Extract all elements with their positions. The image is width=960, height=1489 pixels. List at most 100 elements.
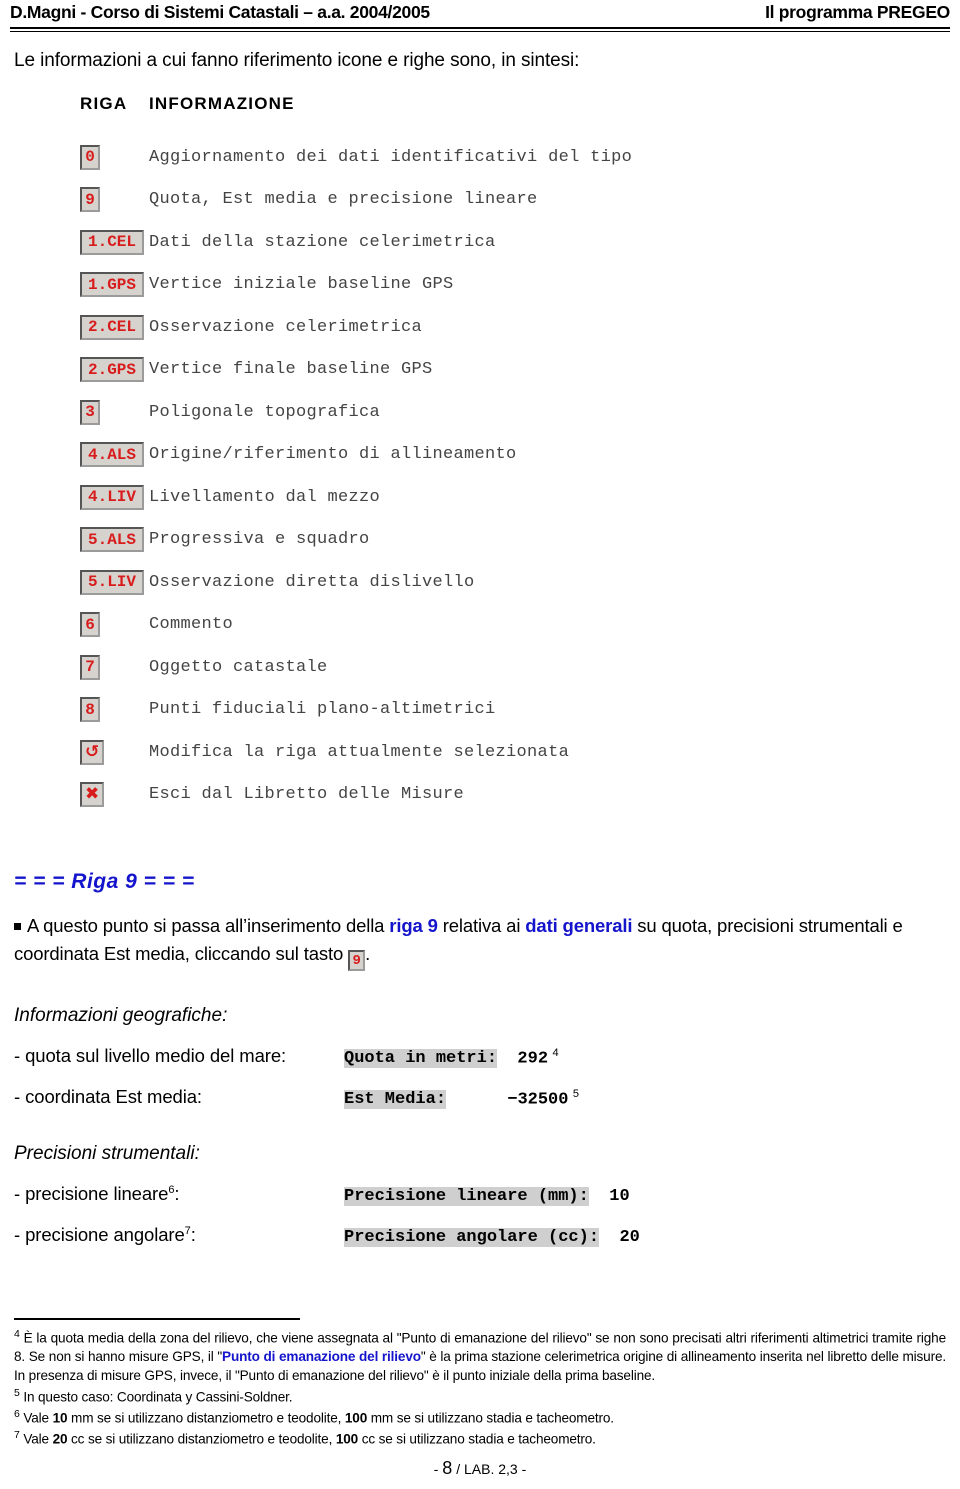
row-code-chip-7[interactable]: 7 xyxy=(80,654,100,680)
row-code-cell: 4.ALS xyxy=(14,442,149,468)
row-description: Poligonale topografica xyxy=(149,402,381,422)
precision-rows: - precisione lineare6: Precisione lineare… xyxy=(14,1183,946,1248)
table-header-row: RIGA INFORMAZIONE xyxy=(14,94,946,114)
footnote-7-bold-1: 20 xyxy=(52,1431,68,1447)
row-code-cell: 0 xyxy=(14,144,149,170)
row-description-cell: Quota, Est media e precisione lineare xyxy=(149,190,946,209)
geo-row-field-group: Est Media: −32500 5 xyxy=(344,1088,579,1110)
row-description-cell: Osservazione celerimetrica xyxy=(149,318,946,337)
geo-row: - quota sul livello medio del mare: Quota… xyxy=(14,1045,946,1069)
table-row: 5.ALS Progressiva e squadro xyxy=(14,519,946,562)
row-code-chip-1-gps[interactable]: 1.GPS xyxy=(80,272,144,298)
precision-label-colon: : xyxy=(174,1183,180,1205)
geo-field-name: Quota in metri: xyxy=(344,1049,498,1069)
table-row: 8 Punti fiduciali plano-altimetrici xyxy=(14,689,946,732)
inline-button-9[interactable]: 9 xyxy=(348,950,366,972)
row-code-chip-2-cel[interactable]: 2.CEL xyxy=(80,314,144,340)
header-rule-thick xyxy=(10,27,950,29)
row-description: Modifica la riga attualmente selezionata xyxy=(149,742,570,762)
footnote-7-text-2: cc se si utilizzano distanziometro e teo… xyxy=(67,1431,336,1447)
table-row: 1.CEL Dati della stazione celerimetrica xyxy=(14,221,946,264)
precision-row: - precisione angolare7: Precisione angola… xyxy=(14,1224,946,1248)
row-code-cell: 6 xyxy=(14,612,149,638)
riga9-text-2: relativa ai xyxy=(437,915,526,936)
table-row: 5.LIV Osservazione diretta dislivello xyxy=(14,561,946,604)
row-code-chip-1-cel[interactable]: 1.CEL xyxy=(80,229,144,255)
footnote-6: 6 Vale 10 mm se si utilizzano distanziom… xyxy=(14,1407,946,1428)
footnote-6-text-2: mm se si utilizzano distanziometro e teo… xyxy=(67,1410,345,1426)
row-description: Vertice iniziale baseline GPS xyxy=(149,275,454,295)
row-description-cell: Origine/riferimento di allineamento xyxy=(149,445,946,464)
row-code-cell: 7 xyxy=(14,654,149,680)
precision-label-text: - precisione angolare xyxy=(14,1224,185,1246)
row-code-chip-3[interactable]: 3 xyxy=(80,399,100,425)
row-code-chip-6[interactable]: 6 xyxy=(80,612,100,638)
row-description: Quota, Est media e precisione lineare xyxy=(149,190,538,210)
row-code-chip-5-als[interactable]: 5.ALS xyxy=(80,527,144,553)
close-x-icon[interactable]: ✖ xyxy=(80,782,105,808)
precision-row-label: - precisione lineare6: xyxy=(14,1183,344,1205)
footnote-6-text-3: mm se si utilizzano stadia e tacheometro… xyxy=(367,1410,614,1426)
precision-field-group: Precisione angolare (cc): 20 xyxy=(344,1228,640,1248)
precision-field-name: Precisione lineare (mm): xyxy=(344,1187,589,1207)
geo-field-value: −32500 xyxy=(446,1090,569,1110)
row-code-cell: 2.CEL xyxy=(14,314,149,340)
row-description-cell: Modifica la riga attualmente selezionata xyxy=(149,743,946,762)
row-description: Oggetto catastale xyxy=(149,657,328,677)
precision-label-colon: : xyxy=(190,1224,196,1246)
footnote-6-bold-1: 10 xyxy=(52,1410,68,1426)
footnote-4: 4 È la quota media della zona del riliev… xyxy=(14,1327,946,1386)
table-row: 2.CEL Osservazione celerimetrica xyxy=(14,306,946,349)
refresh-circular-arrow-icon[interactable]: ↺ xyxy=(80,739,105,765)
row-description: Livellamento dal mezzo xyxy=(149,487,381,507)
intro-sentence: Le informazioni a cui fanno riferimento … xyxy=(14,50,580,71)
riga9-highlight-riga9: riga 9 xyxy=(389,915,438,936)
row-description: Aggiornamento dei dati identificativi de… xyxy=(149,147,633,167)
row-description: Osservazione diretta dislivello xyxy=(149,572,475,592)
row-code-chip-5-liv[interactable]: 5.LIV xyxy=(80,569,144,595)
row-description-cell: Vertice iniziale baseline GPS xyxy=(149,275,946,294)
running-header: D.Magni - Corso di Sistemi Catastali – a… xyxy=(0,0,960,28)
table-body: 0 Aggiornamento dei dati identificativi d… xyxy=(14,136,946,816)
precision-field-group: Precisione lineare (mm): 10 xyxy=(344,1187,630,1207)
table-row: 4.LIV Livellamento dal mezzo xyxy=(14,476,946,519)
row-description-cell: Livellamento dal mezzo xyxy=(149,488,946,507)
row-description: Progressiva e squadro xyxy=(149,530,370,550)
footer-dash-left: - xyxy=(433,1461,443,1477)
row-code-cell: 2.GPS xyxy=(14,357,149,383)
row-description-cell: Punti fiduciali plano-altimetrici xyxy=(149,700,946,719)
precision-row-label: - precisione angolare7: xyxy=(14,1224,344,1246)
footnote-6-bold-2: 100 xyxy=(344,1410,368,1426)
riga9-section-heading: = = = Riga 9 = = = xyxy=(14,870,195,893)
table-row: ✖ Esci dal Libretto delle Misure xyxy=(14,774,946,817)
footnote-6-text-1: Vale xyxy=(19,1410,53,1426)
row-code-chip-0[interactable]: 0 xyxy=(80,144,100,170)
row-code-chip-4-als[interactable]: 4.ALS xyxy=(80,442,144,468)
page-content: Le informazioni a cui fanno riferimento … xyxy=(14,50,946,1248)
geo-row-field-group: Quota in metri: 292 4 xyxy=(344,1047,559,1069)
row-description-cell: Vertice finale baseline GPS xyxy=(149,360,946,379)
row-code-cell: 3 xyxy=(14,399,149,425)
geo-field-value: 292 xyxy=(497,1049,549,1069)
footnote-area: 4 È la quota media della zona del riliev… xyxy=(14,1318,946,1450)
geo-field-name: Est Media: xyxy=(344,1090,447,1110)
footnote-4-highlight: Punto di emanazione del rilievo xyxy=(222,1349,421,1365)
row-code-chip-9[interactable]: 9 xyxy=(80,187,100,213)
precision-field-name: Precisione angolare (cc): xyxy=(344,1228,600,1248)
table-row: 3 Poligonale topografica xyxy=(14,391,946,434)
row-code-chip-2-gps[interactable]: 2.GPS xyxy=(80,357,144,383)
table-row: 1.GPS Vertice iniziale baseline GPS xyxy=(14,264,946,307)
row-description: Dati della stazione celerimetrica xyxy=(149,232,496,252)
table-row: ↺ Modifica la riga attualmente selezionat… xyxy=(14,731,946,774)
footnote-5: 5 In questo caso: Coordinata y Cassini-S… xyxy=(14,1386,946,1407)
row-code-cell: 4.LIV xyxy=(14,484,149,510)
geo-row: - coordinata Est media: Est Media: −32500… xyxy=(14,1086,946,1110)
footnote-separator xyxy=(14,1318,300,1320)
table-row: 7 Oggetto catastale xyxy=(14,646,946,689)
row-code-chip-8[interactable]: 8 xyxy=(80,697,100,723)
square-bullet-icon xyxy=(14,923,21,930)
footnote-7-bold-2: 100 xyxy=(335,1431,359,1447)
geo-block-title: Informazioni geografiche: xyxy=(14,1005,228,1027)
row-code-chip-4-liv[interactable]: 4.LIV xyxy=(80,484,144,510)
page-number: 8 xyxy=(442,1458,453,1478)
